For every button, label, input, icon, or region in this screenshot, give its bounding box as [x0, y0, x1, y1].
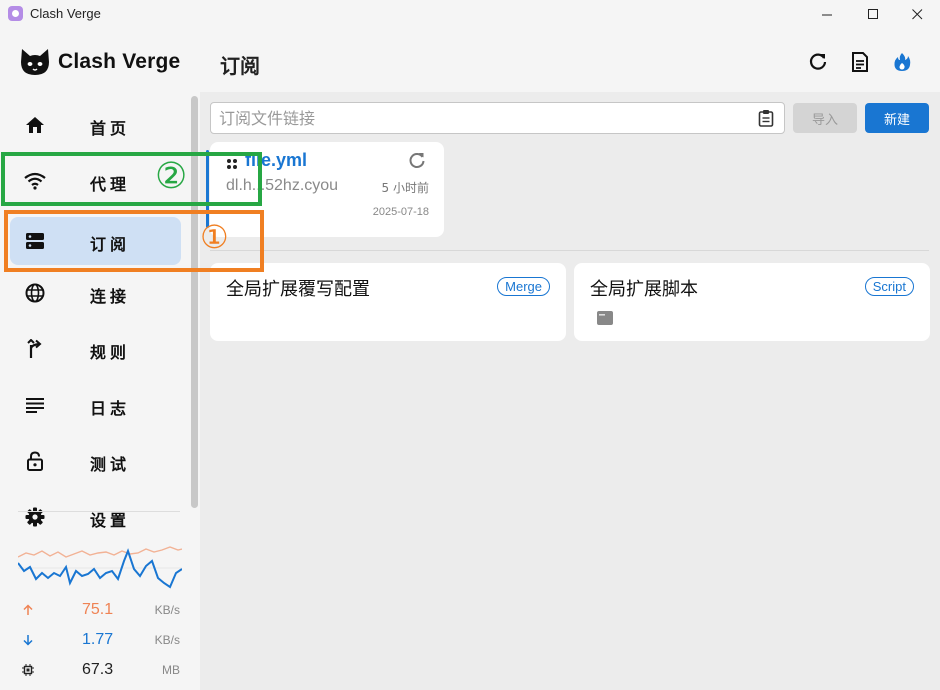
- paste-button[interactable]: [758, 109, 774, 132]
- upload-unit: KB/s: [154, 603, 180, 617]
- upload-value: 75.1: [82, 601, 114, 618]
- logo: Clash Verge: [20, 48, 180, 76]
- highlight-box-proxy: [1, 152, 262, 206]
- memory-value: 67.3: [82, 661, 114, 678]
- list-icon: [24, 394, 46, 416]
- download-value: 1.77: [82, 631, 114, 648]
- cat-logo-icon: [21, 49, 49, 75]
- sidebar-item-connections[interactable]: 连接: [10, 269, 181, 317]
- section-divider: [210, 250, 929, 251]
- sidebar: Clash Verge 首页 代理 订阅 连接 规则 日志 测试 设置 75.1…: [0, 28, 200, 690]
- script-badge: Script: [864, 277, 914, 296]
- lock-icon: [24, 450, 46, 472]
- import-button[interactable]: 导入: [793, 103, 857, 133]
- arrow-down-icon: [20, 632, 36, 648]
- refresh-icon: [409, 153, 425, 168]
- maximize-button[interactable]: [850, 0, 896, 28]
- memory-chip-icon: [20, 662, 36, 678]
- close-icon: [911, 8, 922, 19]
- window-title: Clash Verge: [30, 6, 101, 21]
- view-config-button[interactable]: [848, 50, 872, 74]
- global-merge-card[interactable]: 全局扩展覆写配置 Merge: [210, 263, 566, 341]
- clipboard-icon: [758, 110, 774, 127]
- page-header: 订阅: [200, 28, 940, 92]
- upload-stat: 75.1 KB/s: [18, 599, 182, 621]
- sidebar-item-label: 规则: [90, 343, 131, 362]
- fork-icon: [24, 338, 46, 360]
- sidebar-item-rules[interactable]: 规则: [10, 325, 181, 373]
- globe-icon: [24, 282, 46, 304]
- arrow-up-icon: [20, 602, 36, 618]
- fire-icon: [894, 53, 911, 71]
- document-icon: [852, 52, 868, 72]
- gear-icon: [24, 506, 46, 528]
- profile-date: 2025-07-18: [372, 206, 429, 218]
- title-bar: Clash Verge: [0, 0, 940, 28]
- profile-refresh-button[interactable]: [408, 152, 426, 175]
- subscription-url-input[interactable]: [219, 108, 749, 128]
- merge-badge: Merge: [497, 277, 550, 296]
- new-button[interactable]: 新建: [865, 103, 929, 133]
- subscription-url-field[interactable]: [210, 102, 785, 134]
- profile-updated: 5 小时前: [381, 181, 429, 195]
- annotation-number-1: ①: [200, 218, 229, 256]
- refresh-button[interactable]: [806, 50, 830, 74]
- ext-card-title: 全局扩展覆写配置: [226, 279, 370, 300]
- sidebar-item-label: 测试: [90, 455, 131, 474]
- sidebar-item-label: 连接: [90, 287, 131, 306]
- minimize-icon: [821, 14, 832, 15]
- close-button[interactable]: [894, 0, 940, 28]
- minimize-button[interactable]: [804, 0, 850, 28]
- global-script-card[interactable]: 全局扩展脚本 Script: [574, 263, 930, 341]
- sidebar-divider: [18, 511, 180, 512]
- app-icon: [8, 6, 23, 21]
- refresh-icon: [809, 53, 827, 70]
- sidebar-item-test[interactable]: 测试: [10, 437, 181, 485]
- sidebar-item-home[interactable]: 首页: [10, 101, 181, 149]
- ext-card-title: 全局扩展脚本: [590, 279, 698, 300]
- annotation-number-2: ②: [155, 156, 188, 197]
- sidebar-item-label: 日志: [90, 399, 131, 418]
- maximize-icon: [867, 8, 878, 19]
- activate-button[interactable]: [890, 50, 914, 74]
- sidebar-item-logs[interactable]: 日志: [10, 381, 181, 429]
- sidebar-item-label: 首页: [90, 119, 131, 138]
- traffic-graph: [18, 546, 182, 589]
- page-title: 订阅: [220, 54, 260, 78]
- logo-text: Clash Verge: [58, 50, 181, 73]
- download-stat: 1.77 KB/s: [18, 629, 182, 651]
- memory-stat: 67.3 MB: [18, 659, 182, 681]
- sidebar-item-settings[interactable]: 设置: [10, 493, 181, 541]
- memory-unit: MB: [162, 663, 180, 677]
- log-icon[interactable]: [596, 310, 614, 326]
- download-unit: KB/s: [154, 633, 180, 647]
- home-icon: [24, 114, 46, 136]
